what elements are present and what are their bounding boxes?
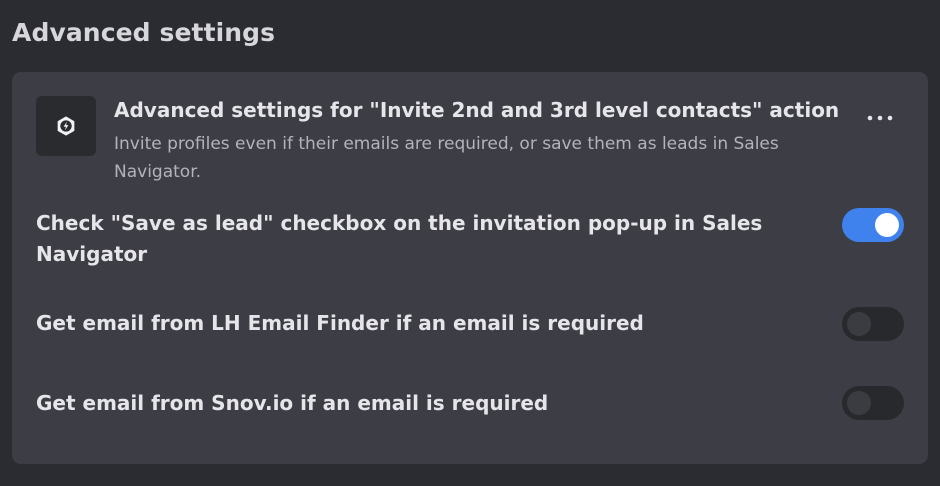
action-title: Advanced settings for "Invite 2nd and 3r… — [114, 98, 840, 122]
action-description: Invite profiles even if their emails are… — [114, 134, 779, 182]
toggle-knob — [847, 391, 871, 415]
page-title: Advanced settings — [12, 18, 276, 47]
advanced-settings-card: Advanced settings for "Invite 2nd and 3r… — [12, 72, 928, 464]
toggle-lh-email-finder[interactable] — [842, 307, 904, 341]
toggle-save-as-lead[interactable] — [842, 208, 904, 242]
setting-label-lh-email-finder: Get email from LH Email Finder if an ema… — [36, 311, 644, 335]
gear-lightning-icon — [57, 116, 75, 136]
toggle-knob — [847, 312, 871, 336]
setting-label-save-as-lead: Check "Save as lead" checkbox on the inv… — [36, 211, 763, 266]
toggle-knob — [875, 213, 899, 237]
toggle-snov-io[interactable] — [842, 386, 904, 420]
action-icon-container — [36, 96, 96, 156]
more-horizontal-icon — [867, 115, 893, 121]
more-options-button[interactable] — [864, 104, 896, 132]
setting-label-snov-io: Get email from Snov.io if an email is re… — [36, 391, 549, 415]
